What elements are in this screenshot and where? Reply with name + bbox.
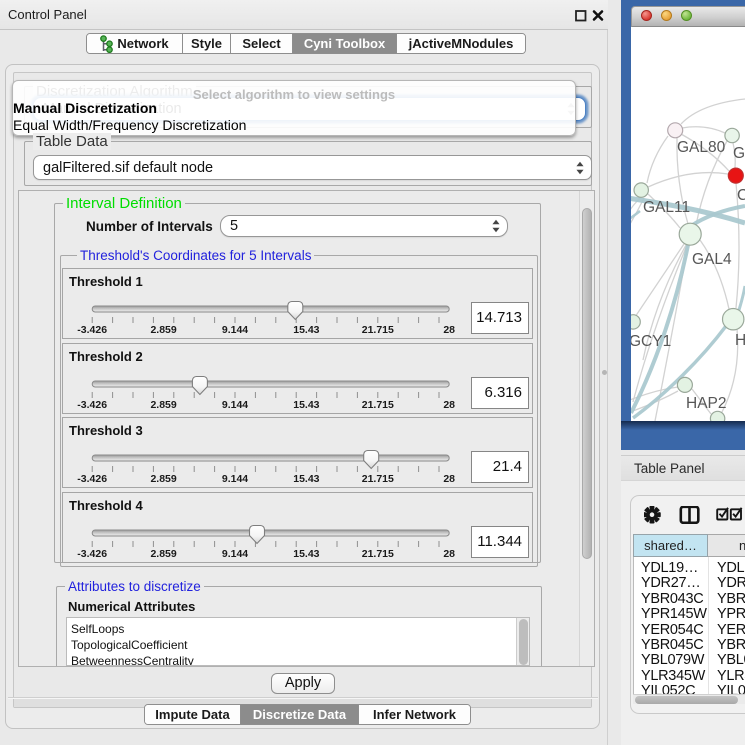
svg-text:GAL11: GAL11 [643,199,690,216]
svg-text:2.859: 2.859 [150,473,176,485]
svg-text:-3.426: -3.426 [77,324,107,336]
svg-text:GA: GA [733,145,745,162]
svg-text:21.715: 21.715 [362,473,394,485]
svg-text:GAL4: GAL4 [692,251,732,268]
svg-text:-3.426: -3.426 [77,473,107,485]
svg-text:15.43: 15.43 [293,548,319,560]
svg-text:28: 28 [443,548,455,560]
svg-text:15.43: 15.43 [293,473,319,485]
svg-text:2.859: 2.859 [150,548,176,560]
svg-text:2.859: 2.859 [150,324,176,336]
svg-text:9.144: 9.144 [222,399,248,411]
svg-text:-3.426: -3.426 [77,548,107,560]
svg-text:15.43: 15.43 [293,399,319,411]
svg-text:28: 28 [443,473,455,485]
svg-text:-3.426: -3.426 [77,399,107,411]
svg-text:15.43: 15.43 [293,324,319,336]
svg-text:21.715: 21.715 [362,548,394,560]
svg-text:28: 28 [443,324,455,336]
svg-text:21.715: 21.715 [362,324,394,336]
svg-text:HAP2: HAP2 [686,395,727,412]
svg-text:GCY1: GCY1 [631,333,671,350]
svg-text:28: 28 [443,399,455,411]
svg-text:GAL80: GAL80 [677,139,726,156]
svg-text:9.144: 9.144 [222,548,248,560]
svg-text:H: H [735,332,745,349]
svg-text:9.144: 9.144 [222,324,248,336]
svg-text:C: C [737,187,745,204]
svg-text:9.144: 9.144 [222,473,248,485]
svg-text:21.715: 21.715 [362,399,394,411]
svg-text:2.859: 2.859 [150,399,176,411]
